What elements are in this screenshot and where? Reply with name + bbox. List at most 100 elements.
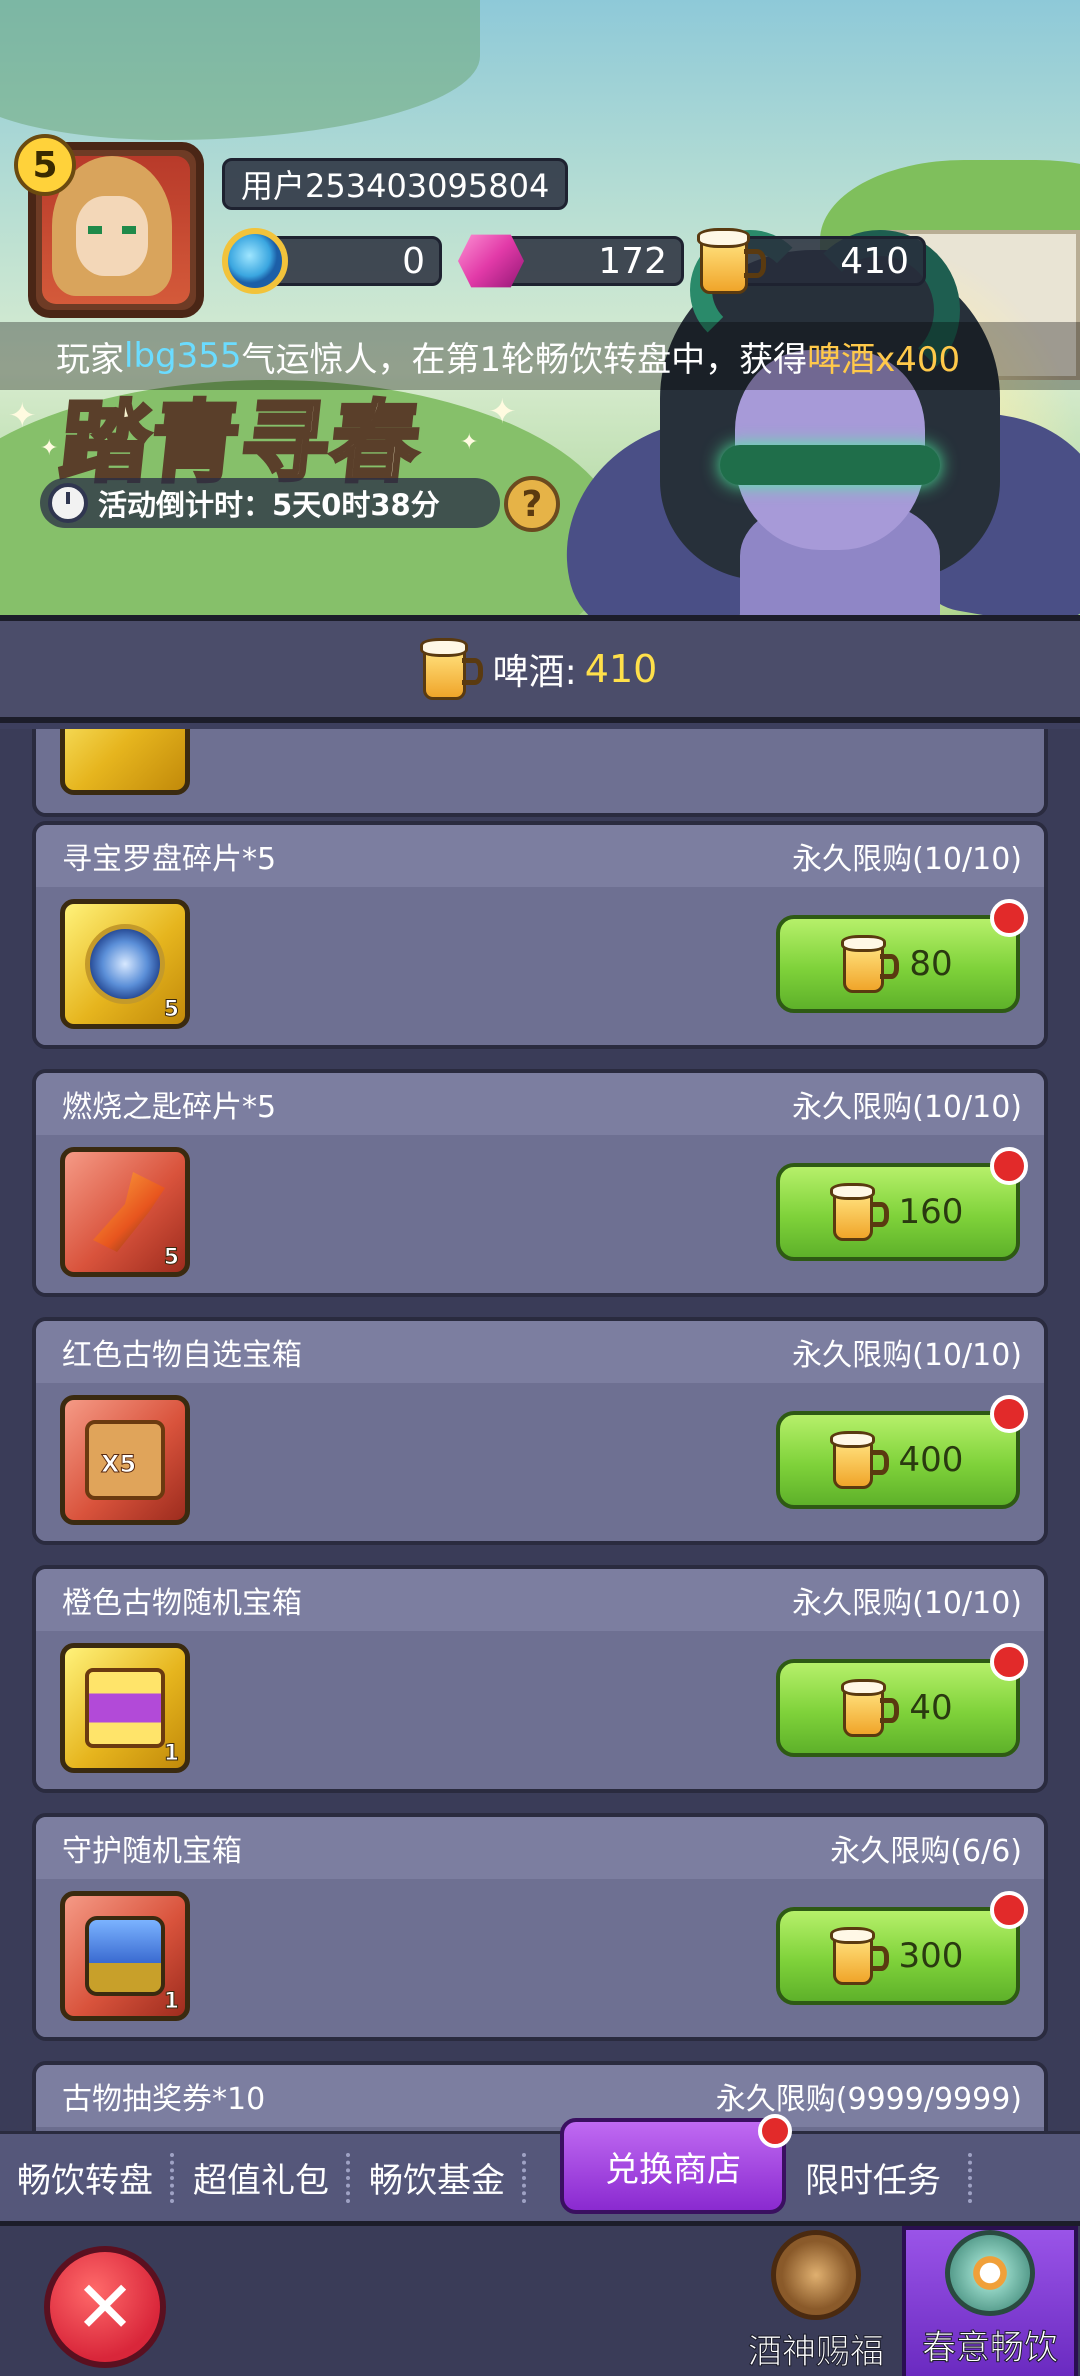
- beer-mug-icon: [830, 1431, 889, 1489]
- notification-dot: [990, 1891, 1028, 1929]
- notice-prefix: 玩家: [56, 339, 124, 380]
- sparkle-icon: ✦: [460, 430, 479, 455]
- beer-mug-icon: [830, 1927, 889, 1985]
- close-button[interactable]: ✕: [44, 2246, 166, 2368]
- notification-dot: [990, 899, 1028, 937]
- buy-button[interactable]: 400: [776, 1411, 1020, 1509]
- key-art: [93, 1172, 165, 1252]
- shield-icon: [771, 2230, 861, 2320]
- event-countdown: 活动倒计时：5天0时38分: [40, 478, 500, 528]
- purchase-limit: 永久限购(10/10): [792, 842, 1022, 877]
- burning-key-fragment-icon[interactable]: 5: [60, 1147, 190, 1277]
- price-label: 160: [898, 1192, 964, 1232]
- price-label: 400: [898, 1440, 964, 1480]
- compass-art: [85, 924, 165, 1004]
- notice-middle: 气运惊人，在第1轮畅饮转盘中，获得: [241, 339, 808, 380]
- item-title: 红色古物自选宝箱: [62, 1338, 302, 1373]
- coin-amount: 0: [402, 240, 425, 282]
- beer-mug-icon: [841, 1679, 900, 1737]
- notification-dot: [990, 1643, 1028, 1681]
- shop-item-card: 寻宝罗盘碎片*5 永久限购(10/10) 5 80: [32, 821, 1048, 1049]
- red-relic-chest-icon[interactable]: X5: [60, 1395, 190, 1525]
- gem-amount: 172: [598, 240, 667, 282]
- item-icon: [60, 729, 190, 795]
- beer-balance-label: 啤酒:: [492, 652, 577, 693]
- item-title: 燃烧之匙碎片*5: [62, 1090, 277, 1125]
- shop-item-card: 橙色古物随机宝箱 永久限购(10/10) 1 40: [32, 1565, 1048, 1793]
- purchase-limit: 永久限购(9999/9999): [715, 2082, 1022, 2117]
- price-label: 40: [909, 1688, 953, 1728]
- bottom-navigation: ✕ 酒神赐福 春意畅饮: [0, 2221, 1080, 2376]
- tab-value-pack[interactable]: 超值礼包: [176, 2134, 346, 2221]
- level-badge: 5: [14, 134, 76, 196]
- shop-item-card: 红色古物自选宝箱 永久限购(10/10) X5 400: [32, 1317, 1048, 1545]
- buy-button[interactable]: 80: [776, 915, 1020, 1013]
- tree-foliage: [0, 0, 480, 140]
- compass-fragment-icon[interactable]: 5: [60, 899, 190, 1029]
- exchange-shop-list[interactable]: 寻宝罗盘碎片*5 永久限购(10/10) 5 80 燃烧之匙碎片*5 永久限购(…: [0, 729, 1080, 2131]
- orange-relic-chest-icon[interactable]: 1: [60, 1643, 190, 1773]
- sparkle-icon: ✦: [8, 396, 37, 436]
- item-quantity: 1: [163, 1989, 179, 2015]
- tab-limited-tasks[interactable]: 限时任务: [778, 2134, 968, 2221]
- beer-mug-icon: [830, 1183, 889, 1241]
- beer-mug-icon: [420, 638, 483, 700]
- item-title: 守护随机宝箱: [62, 1834, 242, 1869]
- target-icon: [945, 2230, 1035, 2316]
- avatar-eye: [122, 226, 136, 234]
- notification-dot: [990, 1147, 1028, 1185]
- sparkle-icon: ✦: [40, 436, 59, 461]
- item-quantity: 1: [163, 1741, 179, 1767]
- chest-multiplier: X5: [100, 1450, 137, 1479]
- shop-item-card: 古物抽奖券*10 永久限购(9999/9999): [32, 2061, 1048, 2131]
- tab-drink-fund[interactable]: 畅饮基金: [352, 2134, 522, 2221]
- beer-amount: 410: [840, 240, 909, 282]
- sparkle-icon: ✦: [488, 392, 517, 432]
- event-banner: 踏青寻春 ✦ ✦ ✦ ✦ 玩家 lbg355 气运惊人，在第1轮畅饮转盘中，获得…: [0, 0, 1080, 615]
- screen: { "player": { "level": "5", "username": …: [0, 0, 1080, 2376]
- tab-exchange-shop[interactable]: 兑换商店: [560, 2118, 786, 2214]
- help-button[interactable]: ?: [504, 476, 560, 532]
- beer-mug-icon: [697, 228, 766, 294]
- beer-balance-amount: 410: [584, 647, 658, 691]
- buy-button[interactable]: 300: [776, 1907, 1020, 2005]
- clock-icon: [48, 483, 88, 523]
- item-title: 古物抽奖券*10: [62, 2082, 266, 2117]
- purchase-limit: 永久限购(10/10): [792, 1090, 1022, 1125]
- price-label: 80: [909, 944, 953, 984]
- shop-item-card: 守护随机宝箱 永久限购(6/6) 1 300: [32, 1813, 1048, 2041]
- purchase-limit: 永久限购(6/6): [830, 1834, 1022, 1869]
- price-label: 300: [898, 1936, 964, 1976]
- username-label: 用户253403095804: [222, 158, 569, 210]
- countdown-text: 活动倒计时：5天0时38分: [98, 488, 440, 522]
- buy-button[interactable]: 160: [776, 1163, 1020, 1261]
- tab-divider: [968, 2152, 974, 2203]
- diamond-coin-icon: [222, 228, 288, 294]
- chest-art: X5: [85, 1420, 165, 1500]
- beer-balance-bar: 啤酒: 410: [0, 615, 1080, 723]
- beer-mug-icon: [841, 935, 900, 993]
- broadcast-notice: 玩家 lbg355 气运惊人，在第1轮畅饮转盘中，获得 啤酒x400: [0, 322, 1080, 390]
- avatar-eye: [88, 226, 102, 234]
- guardian-chest-icon[interactable]: 1: [60, 1891, 190, 2021]
- shop-item-card: [32, 729, 1048, 817]
- nav-blessing-label: 酒神赐福: [748, 2332, 885, 2373]
- activity-tab-bar: 畅饮转盘 超值礼包 畅饮基金 限时任务: [0, 2131, 1080, 2221]
- item-quantity: 5: [163, 997, 179, 1023]
- purchase-limit: 永久限购(10/10): [792, 1586, 1022, 1621]
- shop-item-card: 燃烧之匙碎片*5 永久限购(10/10) 5 160: [32, 1069, 1048, 1297]
- notification-dot: [758, 2114, 792, 2148]
- item-quantity: 5: [163, 1245, 179, 1271]
- purchase-limit: 永久限购(10/10): [792, 1338, 1022, 1373]
- avatar-face: [76, 196, 148, 276]
- item-title: 橙色古物随机宝箱: [62, 1586, 302, 1621]
- chest-art: [85, 1916, 165, 1996]
- coin-counter: 0: [262, 236, 442, 286]
- tab-drink-wheel[interactable]: 畅饮转盘: [0, 2134, 170, 2221]
- notification-dot: [990, 1395, 1028, 1433]
- nav-spring-drink[interactable]: 春意畅饮: [902, 2226, 1078, 2376]
- nav-blessing[interactable]: 酒神赐福: [728, 2226, 904, 2376]
- buy-button[interactable]: 40: [776, 1659, 1020, 1757]
- nav-spring-drink-label: 春意畅饮: [922, 2328, 1059, 2369]
- chest-art: [85, 1668, 165, 1748]
